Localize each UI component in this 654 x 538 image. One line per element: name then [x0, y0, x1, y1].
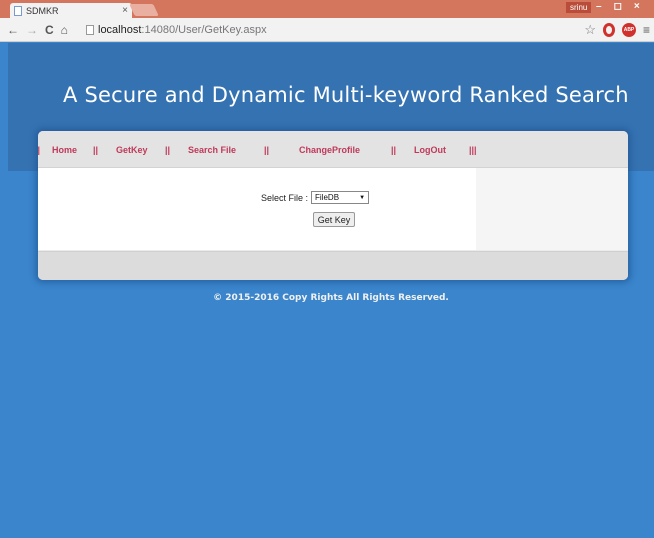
- file-select-value: FileDB: [315, 193, 340, 202]
- copyright-text: © 2015-2016 Copy Rights All Rights Reser…: [213, 293, 449, 303]
- close-tab-icon[interactable]: ×: [122, 5, 128, 16]
- page-favicon-icon: [14, 5, 22, 16]
- nav-separator: ||: [93, 145, 99, 155]
- dropdown-arrow-icon: ▼: [359, 194, 366, 201]
- browser-title-bar: SDMKR × srinu – ◻ ×: [0, 0, 654, 18]
- nav-home-link[interactable]: Home: [52, 145, 77, 155]
- nav-separator: |||: [469, 145, 477, 155]
- select-file-label: Select File :: [261, 192, 309, 203]
- page-viewport: A Secure and Dynamic Multi-keyword Ranke…: [8, 43, 654, 538]
- nav-separator: ||: [38, 145, 41, 155]
- nav-search-file-link[interactable]: Search File: [188, 145, 236, 155]
- forward-icon[interactable]: →: [26, 23, 38, 37]
- file-select[interactable]: FileDB ▼: [311, 191, 370, 204]
- address-bar[interactable]: localhost :14080/User/GetKey.aspx: [86, 21, 586, 39]
- nav-change-profile-link[interactable]: ChangeProfile: [299, 145, 360, 155]
- profile-badge[interactable]: srinu: [566, 2, 592, 13]
- adblock-icon[interactable]: ABP: [621, 23, 636, 37]
- window-controls: – ◻ ×: [596, 1, 640, 12]
- nav-logout-link[interactable]: LogOut: [414, 145, 446, 155]
- close-window-icon[interactable]: ×: [634, 1, 640, 12]
- browser-tab[interactable]: SDMKR ×: [10, 3, 132, 18]
- select-file-row: Select File : FileDB ▼: [261, 191, 370, 204]
- browser-menu-icon[interactable]: ≡: [643, 23, 650, 37]
- maximize-icon[interactable]: ◻: [614, 1, 622, 12]
- nav-separator: ||: [264, 145, 270, 155]
- url-host: localhost: [98, 24, 142, 36]
- nav-separator: ||: [391, 145, 397, 155]
- browser-toolbar: ← → C ⌂ localhost :14080/User/GetKey.asp…: [0, 18, 654, 42]
- opera-extension-icon[interactable]: [602, 23, 615, 37]
- url-path: :14080/User/GetKey.aspx: [141, 24, 267, 36]
- bookmark-star-icon[interactable]: ☆: [584, 22, 596, 38]
- content-sidebar: [476, 168, 628, 250]
- nav-getkey-link[interactable]: GetKey: [116, 145, 148, 155]
- nav-menu: || Home || GetKey || Search File || Chan…: [38, 131, 628, 168]
- main-panel: || Home || GetKey || Search File || Chan…: [38, 131, 628, 280]
- home-icon[interactable]: ⌂: [61, 23, 68, 37]
- toolbar-icons: ☆ ABP ≡: [584, 22, 650, 38]
- page-icon: [86, 25, 94, 35]
- reload-icon[interactable]: C: [45, 23, 54, 37]
- content-area: Select File : FileDB ▼ Get Key: [38, 168, 628, 250]
- nav-separator: ||: [165, 145, 171, 155]
- tab-title: SDMKR: [26, 5, 59, 16]
- get-key-button[interactable]: Get Key: [313, 212, 355, 227]
- new-tab-button[interactable]: [129, 4, 159, 16]
- minimize-icon[interactable]: –: [596, 1, 602, 12]
- panel-footer: [38, 251, 628, 280]
- site-title: A Secure and Dynamic Multi-keyword Ranke…: [63, 83, 629, 107]
- back-icon[interactable]: ←: [7, 23, 19, 37]
